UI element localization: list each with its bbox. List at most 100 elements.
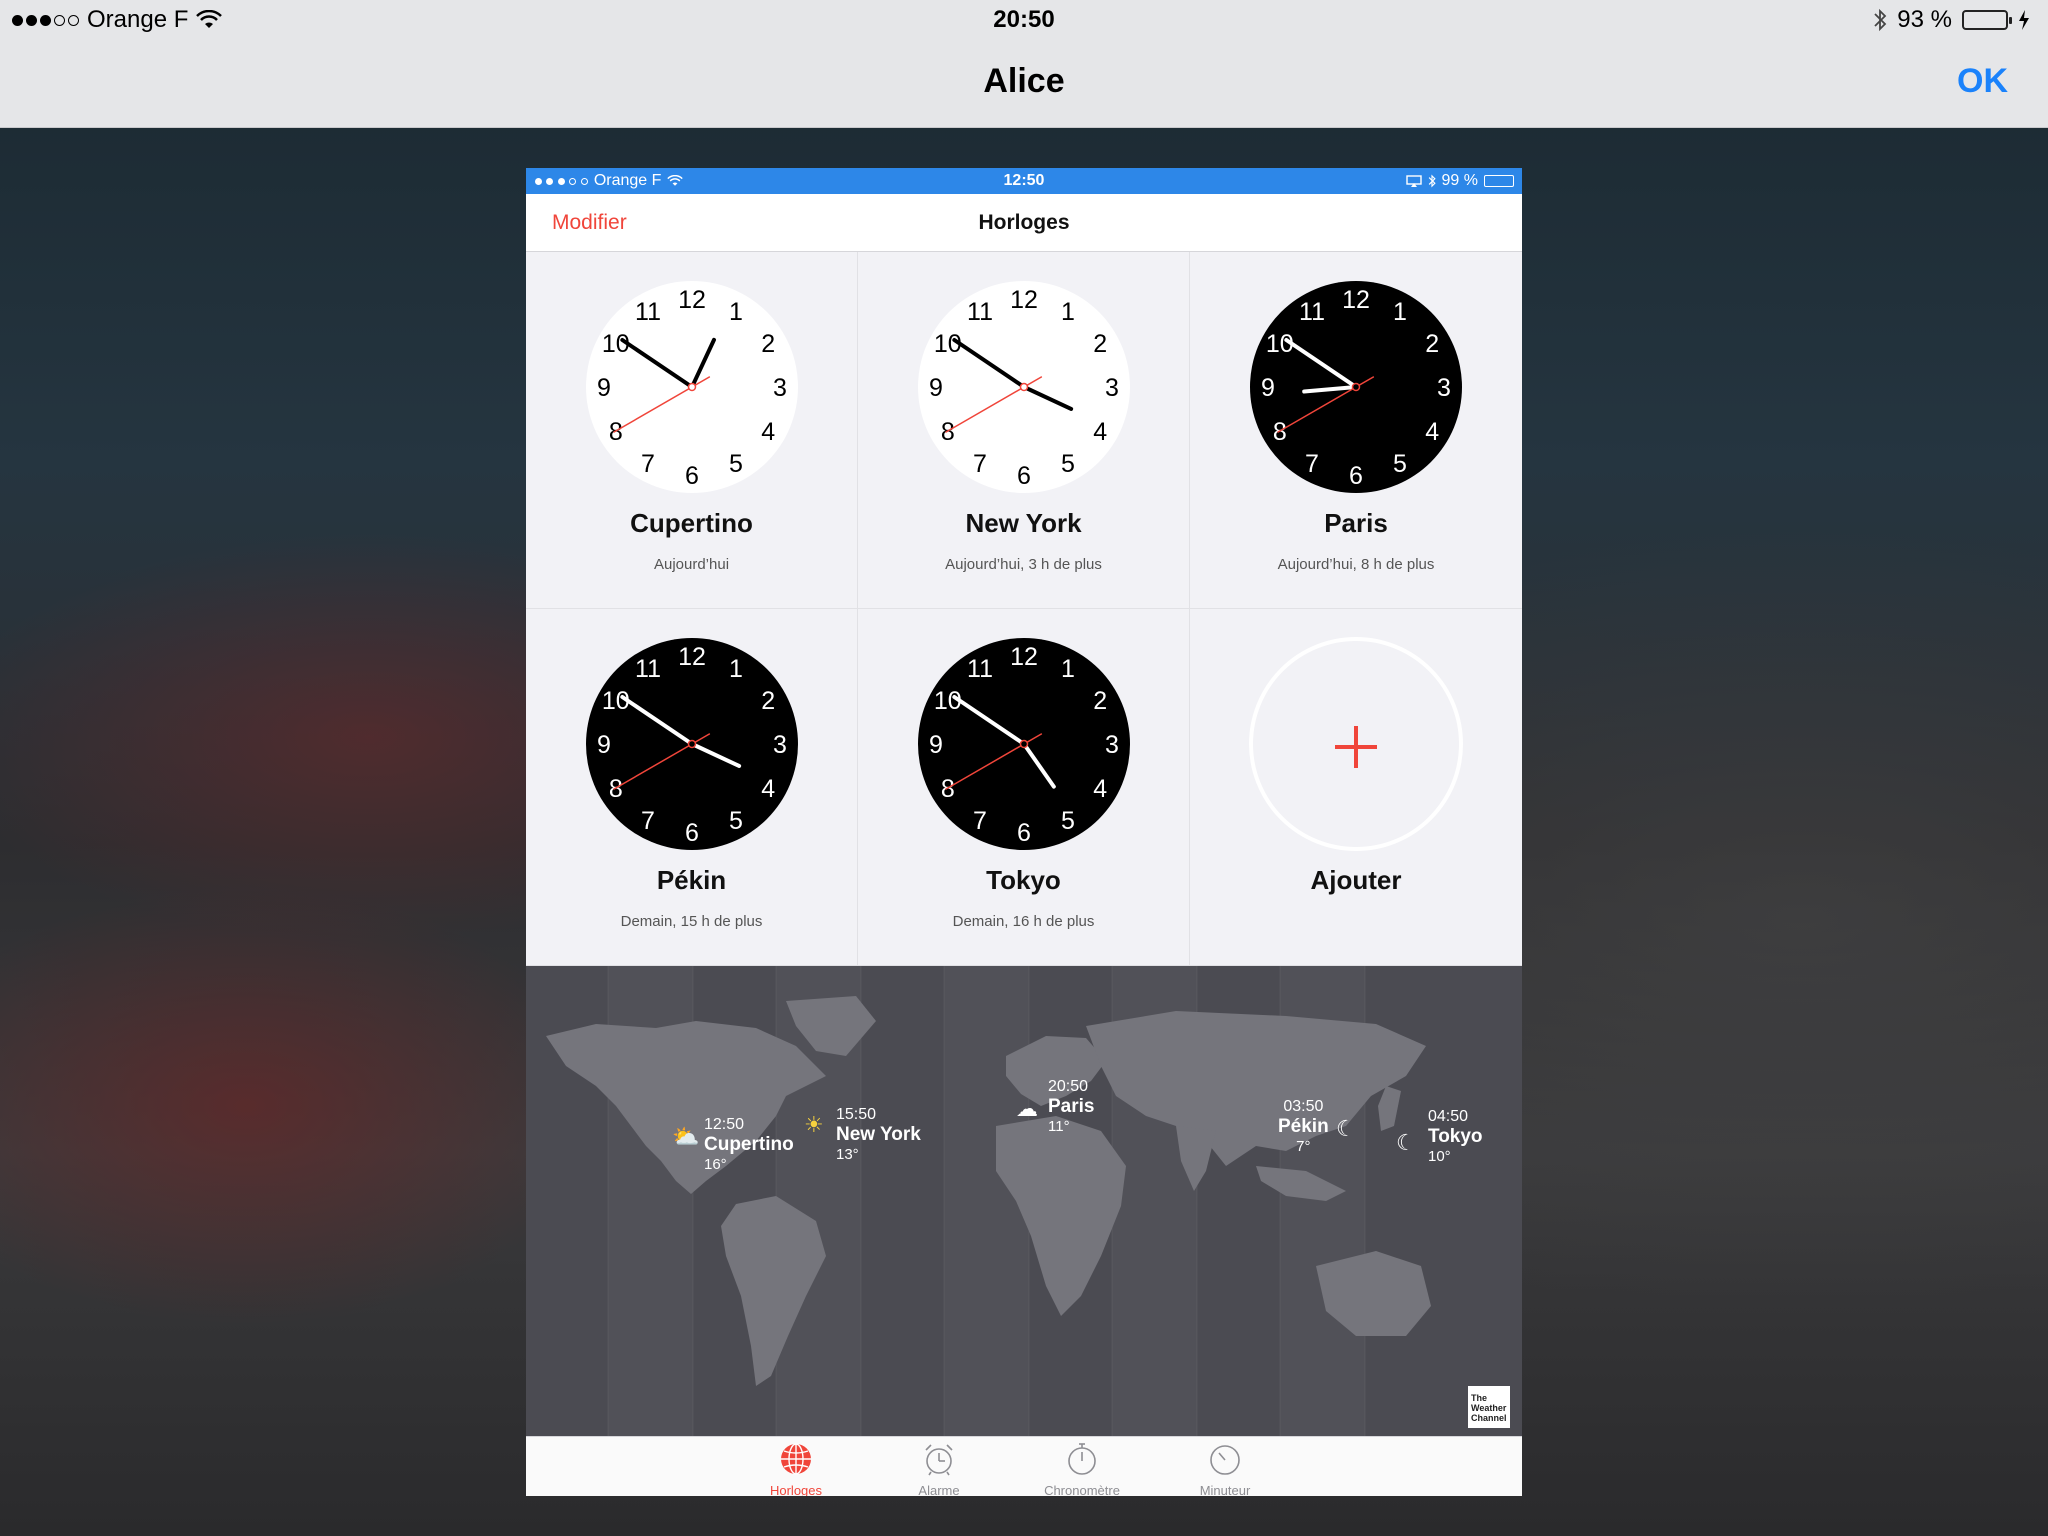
clock-numeral: 8 — [941, 418, 955, 446]
partly-cloudy-icon: ⛅ — [672, 1124, 700, 1149]
clock-numeral: 11 — [635, 298, 661, 326]
status-right: 93 % — [1873, 6, 2030, 34]
clock-numeral: 11 — [635, 655, 661, 683]
clock-numeral: 6 — [685, 819, 699, 847]
clock-numeral: 5 — [729, 807, 743, 835]
clock-numeral: 9 — [929, 731, 943, 759]
clock-numeral: 1 — [729, 655, 743, 683]
clock-cell[interactable]: 1 2 3 4 5 6 7 8 9 10 11 12 New York Aujourd’hui, 3 … — [858, 252, 1190, 609]
map-marker-new-york: 15:50 New York 13° — [836, 1106, 921, 1163]
inner-status-time: 12:50 — [1003, 172, 1045, 189]
clock-numeral: 1 — [1061, 298, 1075, 326]
analog-clock: 1 2 3 4 5 6 7 8 9 10 11 12 — [1249, 280, 1463, 494]
clock-numeral: 1 — [729, 298, 743, 326]
clock-numeral: 7 — [1305, 450, 1319, 478]
clock-numeral: 5 — [1061, 450, 1075, 478]
clock-numeral: 5 — [1061, 807, 1075, 835]
inner-bluetooth-icon — [1428, 174, 1436, 188]
clock-center-pin — [687, 739, 697, 749]
clock-offset: Demain, 15 h de plus — [620, 913, 763, 930]
map-marker-cupertino: 12:50 Cupertino 16° — [704, 1116, 794, 1173]
nav-title: Alice — [983, 62, 1065, 100]
airplay-icon — [1405, 175, 1422, 187]
clock-numeral: 2 — [761, 687, 775, 715]
bluetooth-icon — [1874, 8, 1887, 32]
weather-channel-logo[interactable]: The Weather Channel — [1468, 1386, 1510, 1428]
clock-numeral: 3 — [773, 731, 787, 759]
clock-center-pin — [687, 382, 697, 392]
add-clock-button[interactable] — [1249, 637, 1463, 851]
clock-face: 1234567891011 12 — [918, 281, 1130, 493]
battery-percent: 93 % — [1897, 6, 1952, 33]
clock-offset: Aujourd’hui, 8 h de plus — [1277, 556, 1435, 573]
clock-numeral: 6 — [685, 462, 699, 490]
inner-battery-icon — [1484, 175, 1514, 187]
moon-icon: ☾ — [1336, 1116, 1356, 1141]
moon-icon: ☾ — [1396, 1130, 1416, 1155]
clock-numeral: 3 — [1105, 731, 1119, 759]
clock-numeral: 9 — [597, 731, 611, 759]
clock-numeral: 2 — [1093, 687, 1107, 715]
map-marker-tokyo: 04:50 Tokyo 10° — [1428, 1108, 1483, 1165]
clock-numeral: 5 — [1393, 450, 1407, 478]
screenshot-preview: Orange F 12:50 99 % Modifier Horloges 1 — [526, 168, 1522, 1496]
clock-numeral: 8 — [609, 418, 623, 446]
clock-numeral: 2 — [761, 330, 775, 358]
clock-city: Paris — [1324, 508, 1388, 538]
sun-icon: ☀ — [804, 1112, 824, 1137]
clock-numeral: 4 — [1093, 775, 1107, 803]
tab-bar: Horloges Alarme Chronomètre Minuteur — [526, 1436, 1522, 1496]
clock-numeral: 8 — [609, 775, 623, 803]
clock-center-pin — [1019, 382, 1029, 392]
clock-city: New York — [965, 508, 1082, 538]
tab-horloges[interactable]: Horloges — [741, 1441, 851, 1496]
world-map: ⛅ 12:50 Cupertino 16° ☀ 15:50 New York 1… — [526, 966, 1522, 1436]
world-map-shape — [546, 966, 1431, 1436]
status-time: 20:50 — [993, 6, 1055, 33]
clock-face: 1234567891011 12 — [918, 638, 1130, 850]
clock-cell[interactable]: 1 2 3 4 5 6 7 8 9 10 11 12 Tokyo Demain, 16 h de pl… — [858, 609, 1190, 966]
clock-numeral: 1 — [1061, 655, 1075, 683]
clock-cell[interactable]: 1 2 3 4 5 6 7 8 9 10 11 12 Pékin Demain, 15 h de pl… — [526, 609, 858, 966]
clock-numeral: 4 — [761, 418, 775, 446]
tab-chronometre[interactable]: Chronomètre — [1027, 1441, 1137, 1496]
battery-icon — [1962, 10, 2012, 30]
ok-button[interactable]: OK — [1957, 62, 2008, 101]
tab-alarme[interactable]: Alarme — [884, 1441, 994, 1496]
clock-numeral: 11 — [967, 655, 993, 683]
clock-numeral: 9 — [929, 374, 943, 402]
stopwatch-icon — [1068, 1443, 1096, 1475]
clock-numeral: 6 — [1017, 819, 1031, 847]
clock-numeral: 9 — [597, 374, 611, 402]
tab-minuteur[interactable]: Minuteur — [1170, 1441, 1280, 1496]
inner-battery-percent: 99 % — [1441, 172, 1478, 189]
clock-cell[interactable]: 1 2 3 4 5 6 7 8 9 10 11 12 Cupertino Aujourd’hui — [526, 252, 858, 609]
clock-numeral: 12 — [678, 286, 706, 314]
clock-numeral: 7 — [973, 807, 987, 835]
clock-numeral: 12 — [678, 643, 706, 671]
outer-status-bar: Orange F 20:50 93 % — [0, 0, 2048, 40]
analog-clock: 1 2 3 4 5 6 7 8 9 10 11 12 — [585, 637, 799, 851]
clock-numeral: 4 — [1093, 418, 1107, 446]
clock-numeral: 12 — [1342, 286, 1370, 314]
map-marker-pekin: 03:50 Pékin 7° — [1278, 1098, 1329, 1155]
clock-numeral: 7 — [973, 450, 987, 478]
analog-clock: 1 2 3 4 5 6 7 8 9 10 11 12 — [917, 637, 1131, 851]
add-clock-cell[interactable]: Ajouter — [1190, 609, 1522, 966]
clock-numeral: 1 — [1393, 298, 1407, 326]
clock-numeral: 3 — [1437, 374, 1451, 402]
globe-icon — [781, 1443, 811, 1475]
clock-numeral: 12 — [1010, 286, 1038, 314]
clock-center-pin — [1351, 382, 1361, 392]
charging-bolt-icon — [2019, 10, 2029, 30]
clock-numeral: 6 — [1017, 462, 1031, 490]
clock-numeral: 2 — [1425, 330, 1439, 358]
clock-numeral: 7 — [641, 450, 655, 478]
clock-cell[interactable]: 1 2 3 4 5 6 7 8 9 10 11 12 Paris Aujourd’hui, 8 h d… — [1190, 252, 1522, 609]
clock-numeral: 7 — [641, 807, 655, 835]
analog-clock: 1 2 3 4 5 6 7 8 9 10 11 12 — [917, 280, 1131, 494]
clock-city: Tokyo — [986, 865, 1061, 895]
page-title: Horloges — [978, 211, 1070, 234]
map-marker-paris: 20:50 Paris 11° — [1048, 1078, 1095, 1135]
clock-numeral: 3 — [1105, 374, 1119, 402]
